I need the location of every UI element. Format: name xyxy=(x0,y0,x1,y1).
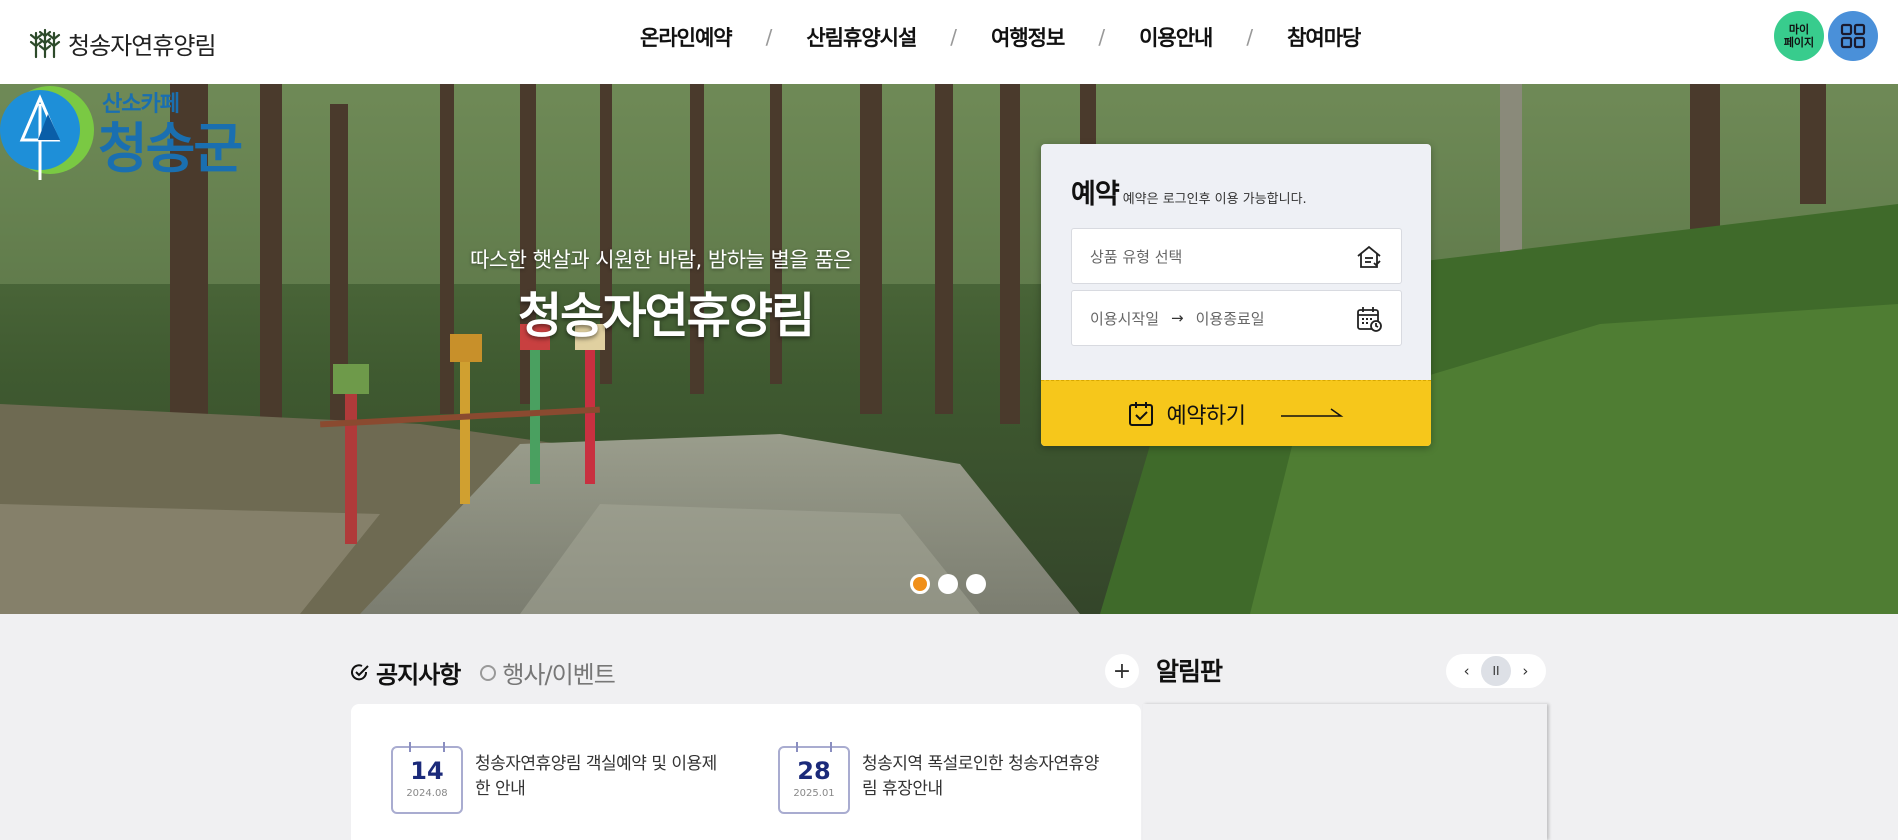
slide-pagination xyxy=(910,574,986,594)
hero-banner: 산소카페 청송군 따스한 햇살과 시원한 바람, 밤하늘 별을 품은 청송자연휴… xyxy=(0,84,1898,614)
notice-title: 청송지역 폭설로인한 청송자연휴양림 휴장안내 xyxy=(862,754,1099,799)
nav-online-reservation[interactable]: 온라인예약 xyxy=(640,22,733,52)
slide-dot-2[interactable] xyxy=(938,574,958,594)
board-panel xyxy=(1143,704,1547,840)
tab-notices[interactable]: 공지사항 xyxy=(350,655,461,690)
board-prev-button[interactable]: ‹ xyxy=(1452,656,1481,686)
calendar-clock-icon xyxy=(1357,307,1382,332)
forest-road-photo xyxy=(0,84,1898,614)
reservation-login-note: 예약은 로그인후 이용 가능합니다. xyxy=(1122,192,1307,207)
forest-logo-icon xyxy=(29,28,61,58)
end-date-placeholder: 이용종료일 xyxy=(1195,309,1265,328)
board-controls: ‹ II › xyxy=(1446,654,1546,688)
date-calendar-icon: 14 2024.08 xyxy=(391,742,463,814)
product-type-placeholder: 상품 유형 선택 xyxy=(1090,247,1183,266)
reserve-button[interactable]: 예약하기 xyxy=(1041,380,1431,446)
check-circle-icon xyxy=(351,663,369,680)
date-range-picker[interactable]: 이용시작일 → 이용종료일 xyxy=(1071,290,1402,346)
notice-title: 청송자연휴양림 객실예약 및 이용제한 안내 xyxy=(475,754,717,799)
tab-events[interactable]: 행사/이벤트 xyxy=(480,655,616,690)
main-nav: 온라인예약 / 산림휴양시설 / 여행정보 / 이용안내 / 참여마당 xyxy=(640,20,1361,54)
notice-year-month: 2024.08 xyxy=(406,788,448,799)
reservation-title: 예약 xyxy=(1071,179,1120,210)
slide-dot-3[interactable] xyxy=(966,574,986,594)
county-name: 청송군 xyxy=(98,117,243,180)
reservation-panel: 예약 예약은 로그인후 이용 가능합니다. 상품 유형 선택 이용시작일 → 이… xyxy=(1041,144,1431,446)
mypage-label-line2: 페이지 xyxy=(1783,36,1815,49)
board-next-button[interactable]: › xyxy=(1511,656,1540,686)
notice-item[interactable]: 28 2025.01 청송지역 폭설로인한 청송자연휴양림 휴장안내 xyxy=(778,742,1112,814)
mypage-button[interactable]: 마이 페이지 xyxy=(1774,11,1824,61)
grid-menu-icon xyxy=(1840,23,1866,49)
nav-travel-info[interactable]: 여행정보 xyxy=(991,22,1065,52)
notice-day: 14 xyxy=(410,757,444,785)
nav-participation[interactable]: 참여마당 xyxy=(1287,22,1361,52)
nav-separator: / xyxy=(1246,25,1254,49)
slide-dot-1[interactable] xyxy=(910,574,930,594)
brand-name: 청송자연휴양림 xyxy=(68,32,217,60)
tab-notices-label: 공지사항 xyxy=(376,661,461,689)
board-title: 알림판 xyxy=(1156,657,1223,686)
mypage-label-line1: 마이 xyxy=(1788,23,1810,36)
long-arrow-right-icon xyxy=(1281,407,1344,417)
notice-item[interactable]: 14 2024.08 청송자연휴양림 객실예약 및 이용제한 안내 xyxy=(391,742,725,814)
nav-separator: / xyxy=(950,25,958,49)
nav-separator: / xyxy=(1098,25,1106,49)
nav-separator: / xyxy=(765,25,773,49)
date-calendar-icon: 28 2025.01 xyxy=(778,742,850,814)
notice-year-month: 2025.01 xyxy=(793,788,835,799)
hero-title: 청송자연휴양림 xyxy=(518,288,815,344)
notice-list: 14 2024.08 청송자연휴양림 객실예약 및 이용제한 안내 28 202… xyxy=(351,704,1141,840)
all-menu-button[interactable] xyxy=(1828,11,1878,61)
house-list-icon xyxy=(1357,245,1381,268)
board-pause-button[interactable]: II xyxy=(1481,656,1511,686)
site-header: 청송자연휴양림 온라인예약 / 산림휴양시설 / 여행정보 / 이용안내 / 참… xyxy=(0,0,1898,84)
product-type-select[interactable]: 상품 유형 선택 xyxy=(1071,228,1402,284)
notice-tabs: 공지사항 행사/이벤트 xyxy=(350,655,616,690)
radio-circle-icon xyxy=(480,664,497,681)
calendar-check-icon xyxy=(1128,401,1153,426)
notice-day: 28 xyxy=(797,757,831,785)
date-range-arrow: → xyxy=(1171,309,1184,327)
brand-logo[interactable]: 청송자연휴양림 xyxy=(28,26,217,61)
reserve-button-label: 예약하기 xyxy=(1166,403,1246,429)
start-date-placeholder: 이용시작일 xyxy=(1090,309,1160,328)
nav-forest-facilities[interactable]: 산림휴양시설 xyxy=(806,22,917,52)
more-notices-button[interactable]: + xyxy=(1105,654,1139,688)
tab-events-label: 행사/이벤트 xyxy=(502,661,615,689)
nav-usage-guide[interactable]: 이용안내 xyxy=(1139,22,1213,52)
hero-subtitle: 따스한 햇살과 시원한 바람, 밤하늘 별을 품은 xyxy=(470,248,853,272)
